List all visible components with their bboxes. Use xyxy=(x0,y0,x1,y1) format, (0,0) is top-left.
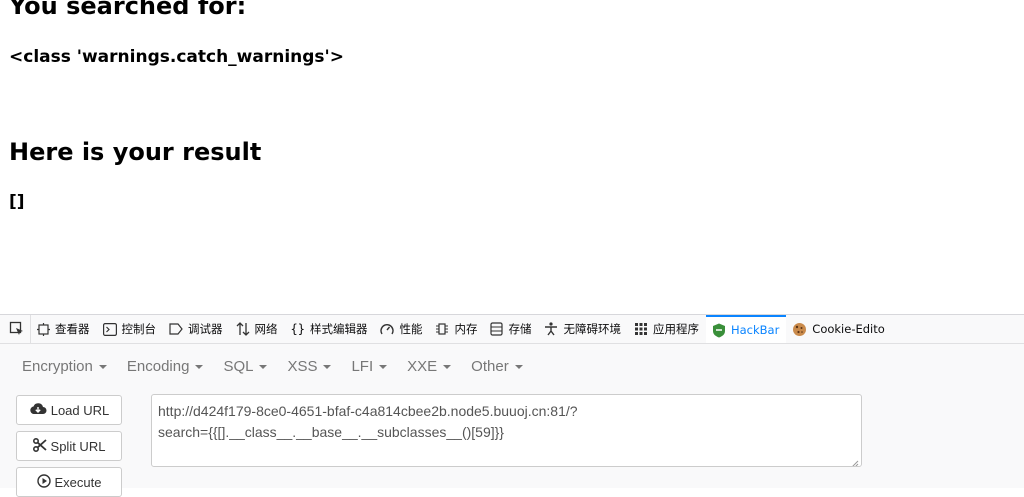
tab-inspector[interactable]: 查看器 xyxy=(31,315,97,343)
scissors-icon xyxy=(32,437,47,455)
menu-lfi[interactable]: LFI xyxy=(341,358,397,375)
search-query-text: <class 'warnings.catch_warnings'> xyxy=(9,47,345,67)
devtools-panel: 查看器 控制台 调试器 网络 {} 样式编辑器 性能 内存 存储 无障碍环境 应… xyxy=(0,314,1024,497)
tab-hackbar[interactable]: HackBar xyxy=(705,315,787,343)
menu-sql[interactable]: SQL xyxy=(213,358,277,375)
tab-network[interactable]: 网络 xyxy=(230,315,285,343)
menu-xss[interactable]: XSS xyxy=(277,358,341,375)
menu-label: LFI xyxy=(351,357,374,375)
load-url-label: Load URL xyxy=(50,402,110,418)
storage-icon xyxy=(490,322,504,336)
performance-icon xyxy=(380,323,395,336)
cookie-icon xyxy=(792,322,807,337)
menu-other[interactable]: Other xyxy=(461,358,533,375)
tab-style-editor[interactable]: {} 样式编辑器 xyxy=(285,315,375,343)
tab-label: 内存 xyxy=(454,322,478,336)
console-icon xyxy=(102,322,117,336)
style-editor-icon: {} xyxy=(290,322,305,336)
tab-label: 控制台 xyxy=(121,322,157,336)
hackbar-menu: Encryption Encoding SQL XSS LFI XXE Othe… xyxy=(12,351,533,381)
tab-label: Cookie-Edito xyxy=(812,322,885,336)
play-circle-icon xyxy=(36,473,51,491)
searched-heading: You searched for: xyxy=(9,0,247,20)
tab-application[interactable]: 应用程序 xyxy=(628,315,706,343)
hackbar-icon xyxy=(712,323,726,338)
tab-label: 样式编辑器 xyxy=(309,322,368,336)
tab-performance[interactable]: 性能 xyxy=(374,315,429,343)
tab-label: 查看器 xyxy=(55,322,90,336)
tab-storage[interactable]: 存储 xyxy=(484,315,538,343)
url-textarea[interactable]: http://d424f179-8ce0-4651-bfaf-c4a814cbe… xyxy=(151,394,862,467)
caret-down-icon xyxy=(443,365,452,369)
menu-label: Other xyxy=(471,357,509,375)
tab-label: 网络 xyxy=(254,322,278,336)
menu-encryption[interactable]: Encryption xyxy=(12,358,117,375)
tab-memory[interactable]: 内存 xyxy=(429,315,484,343)
resize-grip-icon[interactable] xyxy=(849,454,859,466)
page-content: You searched for: <class 'warnings.catch… xyxy=(0,0,1024,314)
menu-label: XSS xyxy=(287,357,318,375)
caret-down-icon xyxy=(323,365,332,369)
menu-label: Encoding xyxy=(126,357,190,375)
result-text: [] xyxy=(9,192,25,212)
menu-encoding[interactable]: Encoding xyxy=(117,358,214,375)
caret-down-icon xyxy=(514,365,523,369)
menu-label: SQL xyxy=(223,357,254,375)
caret-down-icon xyxy=(259,365,268,369)
result-heading: Here is your result xyxy=(9,138,262,166)
tab-console[interactable]: 控制台 xyxy=(97,315,164,343)
tab-accessibility[interactable]: 无障碍环境 xyxy=(538,315,628,343)
caret-down-icon xyxy=(379,365,388,369)
tab-label: HackBar xyxy=(730,323,780,337)
menu-label: Encryption xyxy=(22,357,93,375)
menu-label: XXE xyxy=(407,357,438,375)
tab-label: 性能 xyxy=(399,322,423,336)
url-line-2: search={{[].__class__.__base__.__subclas… xyxy=(158,424,504,440)
caret-down-icon xyxy=(98,365,107,369)
inspector-icon xyxy=(37,322,50,336)
tab-debugger[interactable]: 调试器 xyxy=(163,315,230,343)
split-url-button[interactable]: Split URL xyxy=(16,431,122,461)
tab-label: 存储 xyxy=(508,322,532,336)
tab-label: 调试器 xyxy=(188,322,223,336)
menu-xxe[interactable]: XXE xyxy=(397,358,461,375)
element-picker-icon[interactable] xyxy=(4,315,31,343)
network-icon xyxy=(236,322,250,336)
caret-down-icon xyxy=(195,365,204,369)
split-url-label: Split URL xyxy=(50,438,106,454)
debugger-icon xyxy=(169,323,183,335)
tab-cookie-editor[interactable]: Cookie-Edito xyxy=(786,315,892,343)
tab-label: 无障碍环境 xyxy=(563,322,621,336)
execute-label: Execute xyxy=(54,474,102,490)
devtools-toolbar: 查看器 控制台 调试器 网络 {} 样式编辑器 性能 内存 存储 无障碍环境 应… xyxy=(0,315,1024,344)
accessibility-icon xyxy=(544,322,558,336)
execute-button[interactable]: Execute xyxy=(16,467,122,497)
application-icon xyxy=(634,322,648,336)
tab-label: 应用程序 xyxy=(652,322,699,336)
memory-icon xyxy=(435,322,449,336)
url-line-1: http://d424f179-8ce0-4651-bfaf-c4a814cbe… xyxy=(158,403,578,419)
load-url-button[interactable]: Load URL xyxy=(16,395,122,425)
cloud-download-icon xyxy=(29,402,47,418)
